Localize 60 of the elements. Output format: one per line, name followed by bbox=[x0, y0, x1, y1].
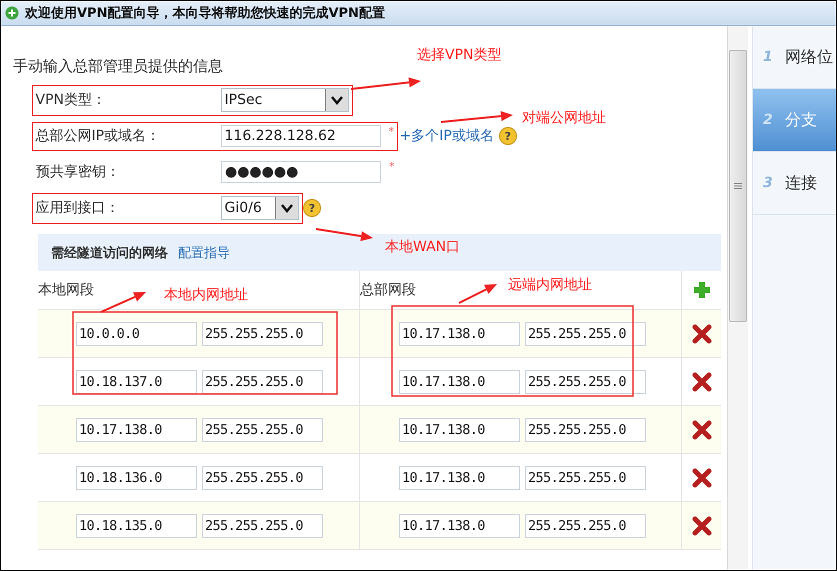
wizard-step[interactable]: 3 连接 bbox=[753, 152, 836, 215]
scrollbar[interactable] bbox=[727, 26, 748, 570]
input-field[interactable]: 255.255.255.0 bbox=[202, 466, 323, 490]
input-field[interactable]: 10.0.0.0 bbox=[76, 322, 197, 346]
field-label: 预共享密钥： bbox=[36, 163, 121, 181]
annotation-label: 远端内网地址 bbox=[508, 276, 592, 294]
input-field[interactable]: 255.255.255.0 bbox=[202, 514, 323, 538]
input-field[interactable]: 10.17.138.0 bbox=[76, 418, 197, 442]
input-field[interactable]: 255.255.255.0 bbox=[525, 370, 646, 394]
column-header: 总部网段 bbox=[360, 281, 416, 299]
input-field[interactable]: 10.17.138.0 bbox=[399, 322, 520, 346]
add-link[interactable]: +多个IP或域名 bbox=[400, 127, 494, 145]
input-field[interactable]: 255.255.255.0 bbox=[202, 370, 323, 394]
delete-icon[interactable] bbox=[692, 420, 712, 440]
arrow bbox=[100, 292, 146, 313]
help-icon[interactable]: ? bbox=[498, 127, 517, 145]
annotation-label: 本地内网地址 bbox=[164, 286, 248, 304]
input-field[interactable]: 255.255.255.0 bbox=[525, 418, 646, 442]
plus-circle-icon bbox=[5, 6, 19, 20]
guide-link[interactable]: 配置指导 bbox=[178, 244, 230, 262]
required-mark: * bbox=[388, 125, 394, 138]
caret-icon bbox=[274, 197, 298, 219]
window-title: 欢迎使用VPN配置向导，本向导将帮助您快速的完成VPN配置 bbox=[25, 4, 385, 22]
annotation-label: 选择VPN类型 bbox=[417, 46, 502, 64]
field-label: VPN类型： bbox=[36, 91, 107, 109]
input-field[interactable]: 116.228.128.62 bbox=[220, 125, 380, 147]
input-field[interactable]: 10.17.138.0 bbox=[399, 514, 520, 538]
delete-icon[interactable] bbox=[692, 324, 712, 344]
input-field[interactable]: 10.18.135.0 bbox=[76, 514, 197, 538]
section-title: 需经隧道访问的网络 bbox=[51, 244, 168, 262]
delete-icon[interactable] bbox=[692, 516, 712, 536]
input-field[interactable]: ●●●●●● bbox=[221, 161, 381, 183]
dropdown[interactable]: Gi0/6 bbox=[220, 196, 298, 220]
delete-icon[interactable] bbox=[692, 468, 712, 488]
caret-icon bbox=[324, 89, 348, 111]
input-field[interactable]: 255.255.255.0 bbox=[525, 514, 646, 538]
annotation-label: 本地WAN口 bbox=[385, 238, 460, 256]
input-field[interactable]: 255.255.255.0 bbox=[525, 466, 646, 490]
column-header: 本地网段 bbox=[38, 281, 94, 299]
scroll-thumb[interactable] bbox=[729, 50, 747, 322]
arrow bbox=[316, 228, 373, 242]
dropdown[interactable]: IPSec bbox=[220, 88, 348, 112]
input-field[interactable]: 255.255.255.0 bbox=[202, 322, 323, 346]
field-label: 应用到接口： bbox=[36, 199, 120, 217]
required-mark: * bbox=[389, 160, 394, 173]
help-icon[interactable]: ? bbox=[303, 199, 321, 217]
arrow bbox=[458, 284, 497, 304]
add-icon[interactable] bbox=[692, 280, 712, 300]
annotation-label: 对端公网地址 bbox=[522, 109, 606, 127]
input-field[interactable]: 10.17.138.0 bbox=[399, 466, 520, 490]
input-field[interactable]: 10.17.138.0 bbox=[399, 418, 520, 442]
field-label: 总部公网IP或域名： bbox=[36, 127, 162, 145]
input-field[interactable]: 255.255.255.0 bbox=[202, 418, 323, 442]
delete-icon[interactable] bbox=[692, 372, 712, 392]
input-field[interactable]: 10.17.138.0 bbox=[399, 370, 520, 394]
form-heading: 手动输入总部管理员提供的信息 bbox=[13, 57, 224, 76]
input-field[interactable]: 255.255.255.0 bbox=[525, 322, 646, 346]
input-field[interactable]: 10.18.136.0 bbox=[76, 466, 197, 490]
input-field[interactable]: 10.18.137.0 bbox=[76, 370, 197, 394]
arrow bbox=[350, 77, 421, 90]
